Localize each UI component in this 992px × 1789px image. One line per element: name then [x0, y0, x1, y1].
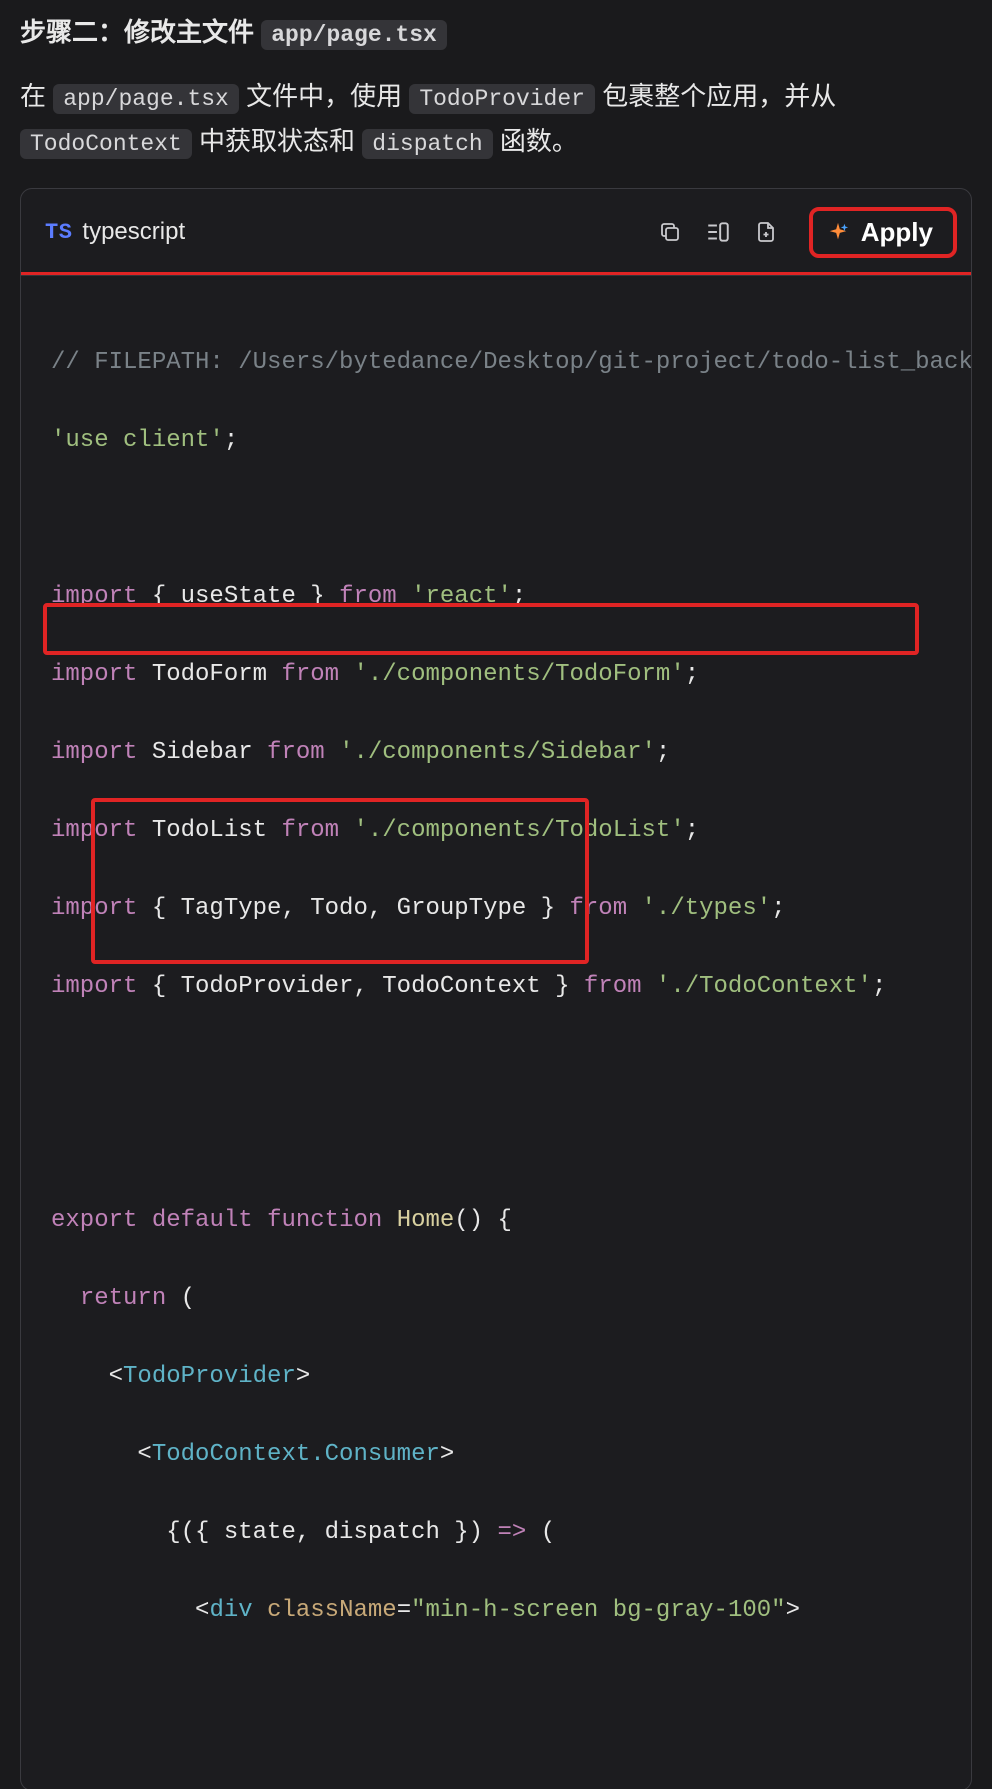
para-text: 文件中，使用 [239, 81, 409, 111]
heading-inline-code: app/page.tsx [261, 20, 447, 50]
para-text: 包裹整个应用，并从 [595, 81, 836, 111]
code-block-actions: Apply [657, 207, 947, 258]
inline-code-todoprovider: TodoProvider [409, 84, 595, 114]
code-block-header: TS typescript Apply [21, 189, 971, 276]
language-indicator: TS typescript [45, 218, 185, 246]
language-label: typescript [82, 218, 185, 246]
para-text: 中获取状态和 [192, 126, 362, 156]
para-text: 函数。 [493, 126, 578, 156]
para-text: 在 [20, 81, 53, 111]
instruction-paragraph: 在 app/page.tsx 文件中，使用 TodoProvider 包裹整个应… [20, 74, 972, 164]
heading-text: 步骤二：修改主文件 [20, 17, 261, 47]
inline-code-dispatch: dispatch [362, 129, 492, 159]
insert-at-cursor-icon[interactable] [705, 219, 731, 245]
code-block: TS typescript Apply // FILEPATH: /Users/… [20, 188, 972, 1789]
sparkle-icon [827, 221, 849, 243]
inline-code-todocontext: TodoContext [20, 129, 192, 159]
copy-icon[interactable] [657, 219, 683, 245]
step-heading: 步骤二：修改主文件 app/page.tsx [20, 12, 972, 54]
apply-button-label: Apply [861, 217, 933, 248]
apply-button[interactable]: Apply [809, 207, 957, 258]
new-file-icon[interactable] [753, 219, 779, 245]
code-body[interactable]: // FILEPATH: /Users/bytedance/Desktop/gi… [21, 276, 971, 1789]
ts-badge: TS [45, 220, 72, 245]
inline-code-filepath: app/page.tsx [53, 84, 239, 114]
